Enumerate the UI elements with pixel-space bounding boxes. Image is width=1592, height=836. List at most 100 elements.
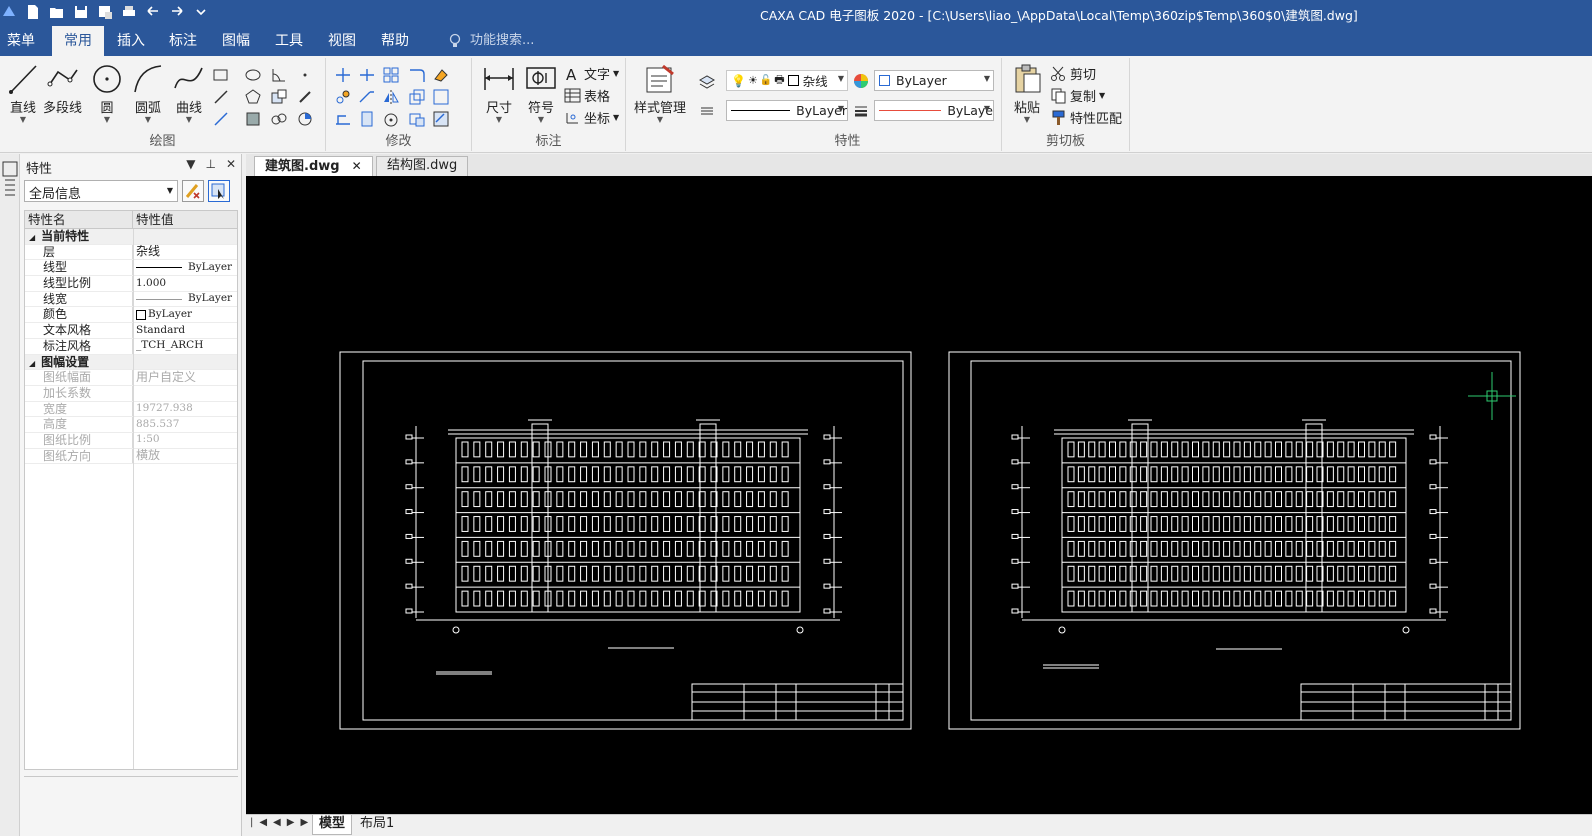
copy-object-icon[interactable]	[334, 88, 352, 106]
paste-button[interactable]: 粘贴 ▼	[1010, 62, 1044, 124]
drawing-canvas[interactable]	[246, 176, 1592, 814]
hatch-line-icon[interactable]	[212, 88, 230, 106]
move-icon[interactable]	[334, 66, 352, 84]
table-button[interactable]: 表格	[564, 86, 610, 105]
redo-icon[interactable]	[168, 3, 186, 21]
save-as-icon[interactable]	[96, 3, 114, 21]
dimension-button[interactable]: 尺寸 ▼	[482, 62, 516, 124]
symbol-icon	[526, 67, 556, 89]
explode-icon[interactable]	[408, 110, 426, 128]
properties-side-icon[interactable]	[1, 160, 19, 200]
coordinate-button[interactable]: 坐标 ▼	[564, 108, 619, 127]
tab-view[interactable]: 视图	[321, 26, 363, 56]
polygon-icon[interactable]	[244, 88, 262, 106]
rotate-icon[interactable]	[382, 110, 400, 128]
lineweight-icon[interactable]	[852, 102, 870, 120]
centerline-icon[interactable]	[212, 110, 230, 128]
table-row[interactable]: 标注风格 _TCH_ARCH	[25, 338, 237, 355]
layer-manager-icon[interactable]	[698, 72, 716, 90]
ellipse-icon[interactable]	[244, 66, 262, 84]
scope-select[interactable]: 全局信息 ▼	[24, 180, 178, 202]
category-sheet[interactable]: ◢ 图幅设置	[25, 354, 237, 371]
cut-button[interactable]: 剪切	[1050, 64, 1096, 83]
pick-icon[interactable]	[296, 88, 314, 106]
layer-select[interactable]: 💡 ☀ 🔓 🖶 杂线 ▼	[726, 70, 848, 91]
circle-button[interactable]: 圆 ▼	[90, 62, 124, 124]
doc-tab-structure[interactable]: 结构图.dwg	[376, 156, 469, 176]
color-select[interactable]: ByLayer ▼	[874, 70, 994, 91]
trim-icon[interactable]	[358, 66, 376, 84]
tab-sheet[interactable]: 图幅	[215, 26, 257, 56]
tab-annotate[interactable]: 标注	[162, 26, 204, 56]
cloud-icon[interactable]	[270, 110, 288, 128]
color-wheel-icon[interactable]	[852, 72, 870, 90]
text-button[interactable]: A 文字 ▼	[564, 64, 619, 83]
block-icon[interactable]	[270, 88, 288, 106]
grid-divider	[133, 229, 134, 769]
quick-select-button[interactable]	[182, 180, 204, 202]
fillet-icon[interactable]	[408, 66, 426, 84]
arc-button[interactable]: 圆弧 ▼	[131, 62, 165, 124]
layout-tab-layout1[interactable]: 布局1	[354, 815, 400, 835]
new-file-icon[interactable]	[24, 3, 42, 21]
save-icon[interactable]	[72, 3, 90, 21]
linetype-select[interactable]: ByLayer ▼	[726, 100, 848, 121]
app-menu-icon[interactable]	[0, 3, 18, 21]
cad-drawing[interactable]	[246, 176, 1592, 814]
chamfer-icon[interactable]	[432, 110, 450, 128]
annotate-group: 尺寸 ▼ 符号 ▼ A 文字 ▼ 表格 坐标 ▼ 标注	[472, 58, 626, 151]
stretch-icon[interactable]	[334, 110, 352, 128]
tab-tools[interactable]: 工具	[268, 26, 310, 56]
table-row: 图纸方向 横放	[25, 448, 237, 465]
symbol-button[interactable]: 符号 ▼	[524, 62, 558, 124]
table-row: 图纸幅面 用户自定义	[25, 370, 237, 386]
point-icon[interactable]	[296, 66, 314, 84]
undo-icon[interactable]	[144, 3, 162, 21]
extend-icon[interactable]	[358, 88, 376, 106]
table-row[interactable]: 层杂线	[25, 244, 237, 261]
close-icon[interactable]: ✕	[226, 157, 236, 171]
doc-tab-architecture[interactable]: 建筑图.dwg ✕	[254, 156, 373, 176]
array-icon[interactable]	[382, 66, 400, 84]
line-button[interactable]: 直线 ▼	[6, 62, 40, 124]
tab-insert[interactable]: 插入	[110, 26, 152, 56]
panel-menu-icon[interactable]: ▼	[186, 157, 195, 171]
mirror-icon[interactable]	[382, 88, 400, 106]
offset-icon[interactable]	[358, 110, 376, 128]
layout-tab-model[interactable]: 模型	[312, 815, 353, 835]
curve-button[interactable]: 曲线 ▼	[172, 62, 206, 124]
table-row[interactable]: 线宽 ByLayer	[25, 291, 237, 308]
scale-icon[interactable]	[408, 88, 426, 106]
window-title: CAXA CAD 电子图板 2020 - [C:\Users\liao_\App…	[760, 8, 1358, 23]
table-row[interactable]: 文本风格 Standard	[25, 323, 237, 339]
close-tab-icon[interactable]: ✕	[352, 159, 362, 173]
feature-search[interactable]: 功能搜索...	[448, 26, 534, 56]
select-objects-button[interactable]	[208, 180, 230, 202]
tab-help[interactable]: 帮助	[374, 26, 416, 56]
chevron-down-icon: ▼	[166, 186, 173, 195]
polyline-button[interactable]: 多段线	[43, 62, 82, 116]
eraser-icon[interactable]	[432, 66, 450, 84]
region-icon[interactable]	[244, 110, 262, 128]
angle-icon[interactable]	[270, 66, 288, 84]
customize-toolbar-icon[interactable]	[192, 3, 210, 21]
table-row[interactable]: 线型比例 1.000	[25, 276, 237, 292]
linetype-icon[interactable]	[698, 102, 716, 120]
wipeout-icon[interactable]	[296, 110, 314, 128]
copy-button[interactable]: 复制 ▼	[1050, 86, 1105, 105]
match-properties-button[interactable]: 特性匹配	[1050, 108, 1122, 127]
table-row[interactable]: 线型 ByLayer	[25, 260, 237, 277]
rectangle-icon[interactable]	[212, 66, 230, 84]
pin-icon[interactable]: ⊥	[205, 157, 215, 171]
tab-common[interactable]: 常用	[52, 26, 104, 56]
table-row[interactable]: 颜色 ByLayer	[25, 307, 237, 324]
open-folder-icon[interactable]	[48, 3, 66, 21]
lock-icon: 🔓	[759, 75, 773, 86]
tab-menu[interactable]: 菜单	[0, 26, 42, 56]
lineweight-select[interactable]: ByLaye ▼	[874, 100, 994, 121]
category-current[interactable]: ◢ 当前特性	[25, 229, 237, 245]
break-icon[interactable]	[432, 88, 450, 106]
clipboard-group-label: 剪切板	[1045, 134, 1085, 149]
print-icon[interactable]	[120, 3, 138, 21]
style-manager-button[interactable]: 样式管理 ▼	[634, 62, 686, 124]
